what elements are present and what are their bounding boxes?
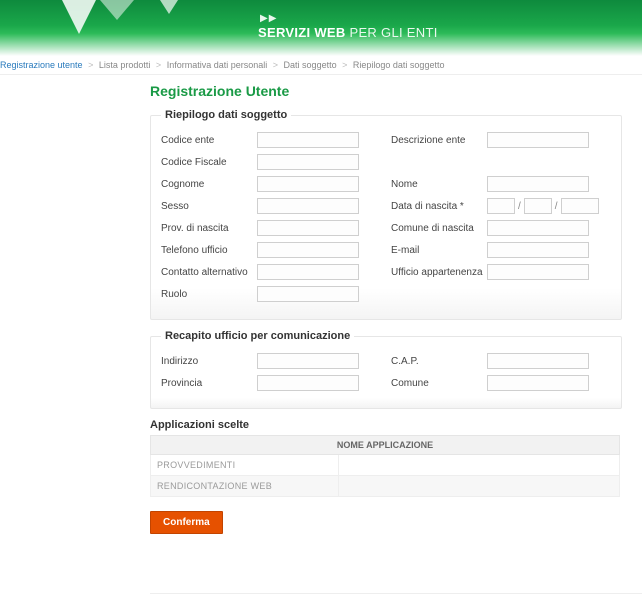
applicazioni-table: NOME APPLICAZIONE PROVVEDIMENTI RENDICON… xyxy=(150,435,620,497)
data-nascita-gg-field[interactable] xyxy=(487,198,515,214)
codice-fiscale-field[interactable] xyxy=(257,154,359,170)
label-codice-fiscale: Codice Fiscale xyxy=(161,157,257,168)
breadcrumb-sep: > xyxy=(273,60,278,70)
label-ruolo: Ruolo xyxy=(161,289,257,300)
breadcrumb-sep: > xyxy=(342,60,347,70)
telefono-ufficio-field[interactable] xyxy=(257,242,359,258)
applicazioni-title: Applicazioni scelte xyxy=(150,419,620,431)
sesso-field[interactable] xyxy=(257,198,359,214)
label-nome: Nome xyxy=(391,179,487,190)
codice-ente-field[interactable] xyxy=(257,132,359,148)
decor-triangle-icon xyxy=(160,0,178,14)
nome-field[interactable] xyxy=(487,176,589,192)
label-cognome: Cognome xyxy=(161,179,257,190)
conferma-button[interactable]: Conferma xyxy=(150,511,223,534)
date-slash: / xyxy=(555,201,558,212)
label-indirizzo: Indirizzo xyxy=(161,356,257,367)
breadcrumb-item-registrazione[interactable]: Registrazione utente xyxy=(0,60,83,70)
label-ufficio-appartenenza: Ufficio appartenenza xyxy=(391,267,487,278)
header-title-light: PER GLI ENTI xyxy=(346,25,438,40)
play-arrows-icon: ▶▶ xyxy=(260,13,277,24)
date-slash: / xyxy=(518,201,521,212)
table-row: PROVVEDIMENTI xyxy=(151,455,620,476)
breadcrumb-item-dati-soggetto: Dati soggetto xyxy=(284,60,337,70)
legend-recapito: Recapito ufficio per comunicazione xyxy=(161,330,354,342)
label-descrizione-ente: Descrizione ente xyxy=(391,135,487,146)
page-title: Registrazione Utente xyxy=(150,83,642,99)
cognome-field[interactable] xyxy=(257,176,359,192)
app-header: ▶▶ SERVIZI WEB PER GLI ENTI xyxy=(0,0,642,56)
cap-field[interactable] xyxy=(487,353,589,369)
table-row: RENDICONTAZIONE WEB xyxy=(151,476,620,497)
legend-riepilogo: Riepilogo dati soggetto xyxy=(161,109,291,121)
fieldset-recapito: Recapito ufficio per comunicazione Indir… xyxy=(150,330,622,409)
data-nascita-aaaa-field[interactable] xyxy=(561,198,599,214)
app-name-cell: PROVVEDIMENTI xyxy=(151,455,339,476)
label-comune-nascita: Comune di nascita xyxy=(391,223,487,234)
app-name-cell: RENDICONTAZIONE WEB xyxy=(151,476,339,497)
label-codice-ente: Codice ente xyxy=(161,135,257,146)
applicazioni-section: Applicazioni scelte NOME APPLICAZIONE PR… xyxy=(150,419,620,497)
breadcrumb-item-lista-prodotti: Lista prodotti xyxy=(99,60,151,70)
provincia-field[interactable] xyxy=(257,375,359,391)
fieldset-riepilogo: Riepilogo dati soggetto Codice ente Desc… xyxy=(150,109,622,320)
label-cap: C.A.P. xyxy=(391,356,487,367)
breadcrumb: Registrazione utente > Lista prodotti > … xyxy=(0,56,642,75)
breadcrumb-item-informativa: Informativa dati personali xyxy=(167,60,268,70)
label-data-nascita: Data di nascita * xyxy=(391,201,487,212)
app-desc-cell xyxy=(338,455,619,476)
header-title: SERVIZI WEB PER GLI ENTI xyxy=(258,25,438,40)
comune-field[interactable] xyxy=(487,375,589,391)
breadcrumb-sep: > xyxy=(156,60,161,70)
label-provincia: Provincia xyxy=(161,378,257,389)
ufficio-appartenenza-field[interactable] xyxy=(487,264,589,280)
indirizzo-field[interactable] xyxy=(257,353,359,369)
app-desc-cell xyxy=(338,476,619,497)
data-nascita-group: / / xyxy=(487,198,599,214)
decor-triangle-icon xyxy=(62,0,96,34)
breadcrumb-sep: > xyxy=(88,60,93,70)
label-telefono-ufficio: Telefono ufficio xyxy=(161,245,257,256)
label-contatto-alt: Contatto alternativo xyxy=(161,267,257,278)
email-field[interactable] xyxy=(487,242,589,258)
label-prov-nascita: Prov. di nascita xyxy=(161,223,257,234)
comune-nascita-field[interactable] xyxy=(487,220,589,236)
data-nascita-mm-field[interactable] xyxy=(524,198,552,214)
decor-triangle-icon xyxy=(100,0,134,20)
breadcrumb-item-riepilogo: Riepilogo dati soggetto xyxy=(353,60,445,70)
footer-divider xyxy=(150,564,642,594)
header-title-bold: SERVIZI WEB xyxy=(258,25,346,40)
applicazioni-header: NOME APPLICAZIONE xyxy=(151,436,620,455)
ruolo-field[interactable] xyxy=(257,286,359,302)
descrizione-ente-field[interactable] xyxy=(487,132,589,148)
contatto-alt-field[interactable] xyxy=(257,264,359,280)
label-comune: Comune xyxy=(391,378,487,389)
prov-nascita-field[interactable] xyxy=(257,220,359,236)
label-sesso: Sesso xyxy=(161,201,257,212)
label-email: E-mail xyxy=(391,245,487,256)
main-content: Registrazione Utente Riepilogo dati sogg… xyxy=(0,75,642,614)
